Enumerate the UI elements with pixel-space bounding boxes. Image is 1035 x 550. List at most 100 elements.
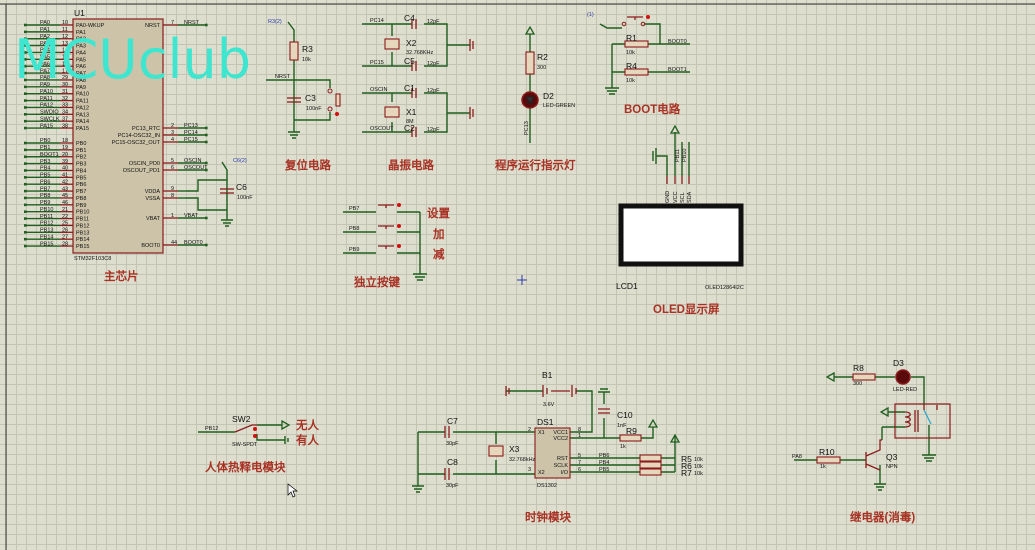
- pin-number: 3: [171, 130, 174, 136]
- pin-terminal[interactable]: [24, 92, 27, 95]
- title-oled: OLED显示屏: [653, 303, 720, 316]
- pin-terminal[interactable]: [24, 189, 27, 193]
- pin-terminal[interactable]: [24, 224, 27, 227]
- ds1-pin-name: SCLK: [554, 463, 569, 469]
- r4-ref: R4: [626, 61, 637, 71]
- pir-label-none: 无人: [295, 418, 319, 432]
- pir-label-present: 有人: [296, 433, 319, 447]
- pin-terminal[interactable]: [24, 210, 27, 213]
- pin-number: 25: [62, 221, 68, 227]
- ds1-ref: DS1: [537, 417, 554, 427]
- r2-value: 300: [537, 65, 546, 71]
- pin-name: PB8: [76, 196, 86, 202]
- c7-ref: C7: [447, 416, 458, 426]
- pin-name: VSSA: [145, 196, 160, 202]
- pin-terminal[interactable]: [205, 161, 208, 165]
- pin-name: PB15: [76, 244, 89, 250]
- pin-number: 44: [171, 240, 177, 246]
- pin-name: PA15: [76, 126, 89, 132]
- pin-number: 26: [62, 228, 68, 234]
- pin-terminal[interactable]: [24, 106, 27, 109]
- pin-terminal[interactable]: [24, 113, 27, 116]
- pin-terminal[interactable]: [24, 237, 27, 241]
- pin-net-label: OSCIN: [184, 158, 201, 164]
- d2-value: LED-GREEN: [543, 103, 575, 109]
- pin-name: PB1: [76, 148, 86, 154]
- net-pb11: PB11: [675, 149, 681, 162]
- r10-ref: R10: [819, 447, 835, 457]
- c5-value: 12pF: [427, 61, 440, 67]
- keys[interactable]: PB7 PB8 PB9 设置 加 减: [343, 203, 450, 281]
- pin-number: 42: [62, 179, 68, 185]
- pin-terminal[interactable]: [205, 243, 208, 247]
- pin-number: 33: [62, 103, 68, 109]
- relay-circuit[interactable]: R8 300 D3 LED-RED R10 1k PA8 Q3 NPN: [792, 358, 951, 491]
- net-pc15: PC15: [370, 60, 384, 66]
- c8-ref: C8: [447, 457, 458, 467]
- c2-value: 12pF: [427, 127, 440, 133]
- pin-terminal[interactable]: [24, 196, 27, 200]
- pin-terminal[interactable]: [24, 119, 27, 123]
- pin-terminal[interactable]: [24, 217, 27, 220]
- pin-terminal[interactable]: [24, 23, 27, 27]
- pin-terminal[interactable]: [205, 23, 208, 27]
- pin-terminal[interactable]: [24, 162, 27, 165]
- q3-ref: Q3: [886, 452, 898, 462]
- pin-net-label: SWDIO: [40, 110, 59, 116]
- pin-terminal[interactable]: [24, 176, 27, 179]
- pin-number: 21: [62, 207, 68, 213]
- x2-ref: X2: [406, 38, 417, 48]
- lcd-part: OLED12864I2C: [705, 285, 744, 291]
- pin-terminal[interactable]: [205, 216, 208, 220]
- net-pb6: PB6: [599, 453, 609, 459]
- pin-terminal[interactable]: [24, 169, 27, 172]
- pin-name: PC15-OSC32_OUT: [112, 140, 161, 146]
- x1-ref: X1: [406, 107, 417, 117]
- pin-terminal[interactable]: [24, 99, 27, 102]
- pin-terminal[interactable]: [205, 126, 208, 130]
- pin-name: VBAT: [146, 216, 161, 222]
- schematic-canvas[interactable]: U1 STM32F103C8 PA0 10 PA0-WKUP PA1 11 PA1 PA2 1…: [0, 0, 1035, 550]
- reset-circuit[interactable]: R3(2) R3 10k NRST C3 100nF: [266, 19, 341, 139]
- pin-number: 20: [62, 152, 68, 158]
- pin-terminal[interactable]: [24, 155, 27, 159]
- pin-terminal[interactable]: [24, 182, 27, 186]
- boot-circuit[interactable]: (1) R1 10k R4 10k BOOT0 BOOT1: [587, 12, 690, 95]
- r4-value: 10k: [626, 78, 635, 84]
- pin-number: 41: [62, 173, 68, 179]
- x3-value: 32.768kHz: [509, 457, 536, 463]
- oled-display[interactable]: GND VCC SCL SDA PB11 PB10 LCD1 OLED12864I2C: [616, 124, 744, 291]
- pin-name: PA12: [76, 105, 89, 111]
- pin-terminal[interactable]: [24, 126, 27, 130]
- pin-terminal[interactable]: [24, 141, 27, 145]
- r8-ref: R8: [853, 363, 864, 373]
- c1-ref: C1: [404, 83, 415, 93]
- oled-pin-label: SDA: [687, 191, 693, 203]
- pin-number: 9: [171, 186, 174, 192]
- pin-name: PB10: [76, 210, 89, 216]
- pin-name: PB11: [76, 217, 89, 223]
- pin-name: PB13: [76, 230, 89, 236]
- clock-module[interactable]: X12 VCC1 8VCC2 1RST 5SCLK 7I/O 6X23 B1 3.6V C1…: [412, 370, 703, 493]
- c10-ref: C10: [617, 410, 633, 420]
- net-oscin: OSCIN: [370, 87, 387, 93]
- net-pb10: PB10: [682, 149, 688, 162]
- pin-terminal[interactable]: [24, 231, 27, 234]
- pin-terminal[interactable]: [24, 203, 27, 207]
- pin-number: 5: [171, 158, 174, 164]
- key-label-set: 设置: [427, 206, 450, 220]
- x3-ref: X3: [509, 444, 520, 454]
- pin-net-label: PB0: [40, 138, 50, 144]
- crystal-circuit[interactable]: PC14 PC15 OSCIN OSCOUT C4 12pF C5 12pF C…: [362, 13, 474, 137]
- pin-terminal[interactable]: [24, 244, 27, 248]
- title-keys: 独立按键: [354, 275, 400, 289]
- pin-terminal[interactable]: [24, 148, 27, 152]
- r6-value: 10k: [694, 464, 703, 470]
- ds1-pin-name: I/O: [561, 470, 569, 476]
- pir-switch[interactable]: PB12 SW2 SW-SPDT 无人 有人: [198, 414, 319, 448]
- led-indicator[interactable]: R2 300 D2 LED-GREEN PC13: [521, 25, 575, 143]
- pin-name: PB0: [76, 141, 86, 147]
- oled-pin-label: GND: [665, 191, 671, 203]
- pin-terminal[interactable]: [205, 133, 208, 137]
- pin-terminal[interactable]: [205, 140, 208, 144]
